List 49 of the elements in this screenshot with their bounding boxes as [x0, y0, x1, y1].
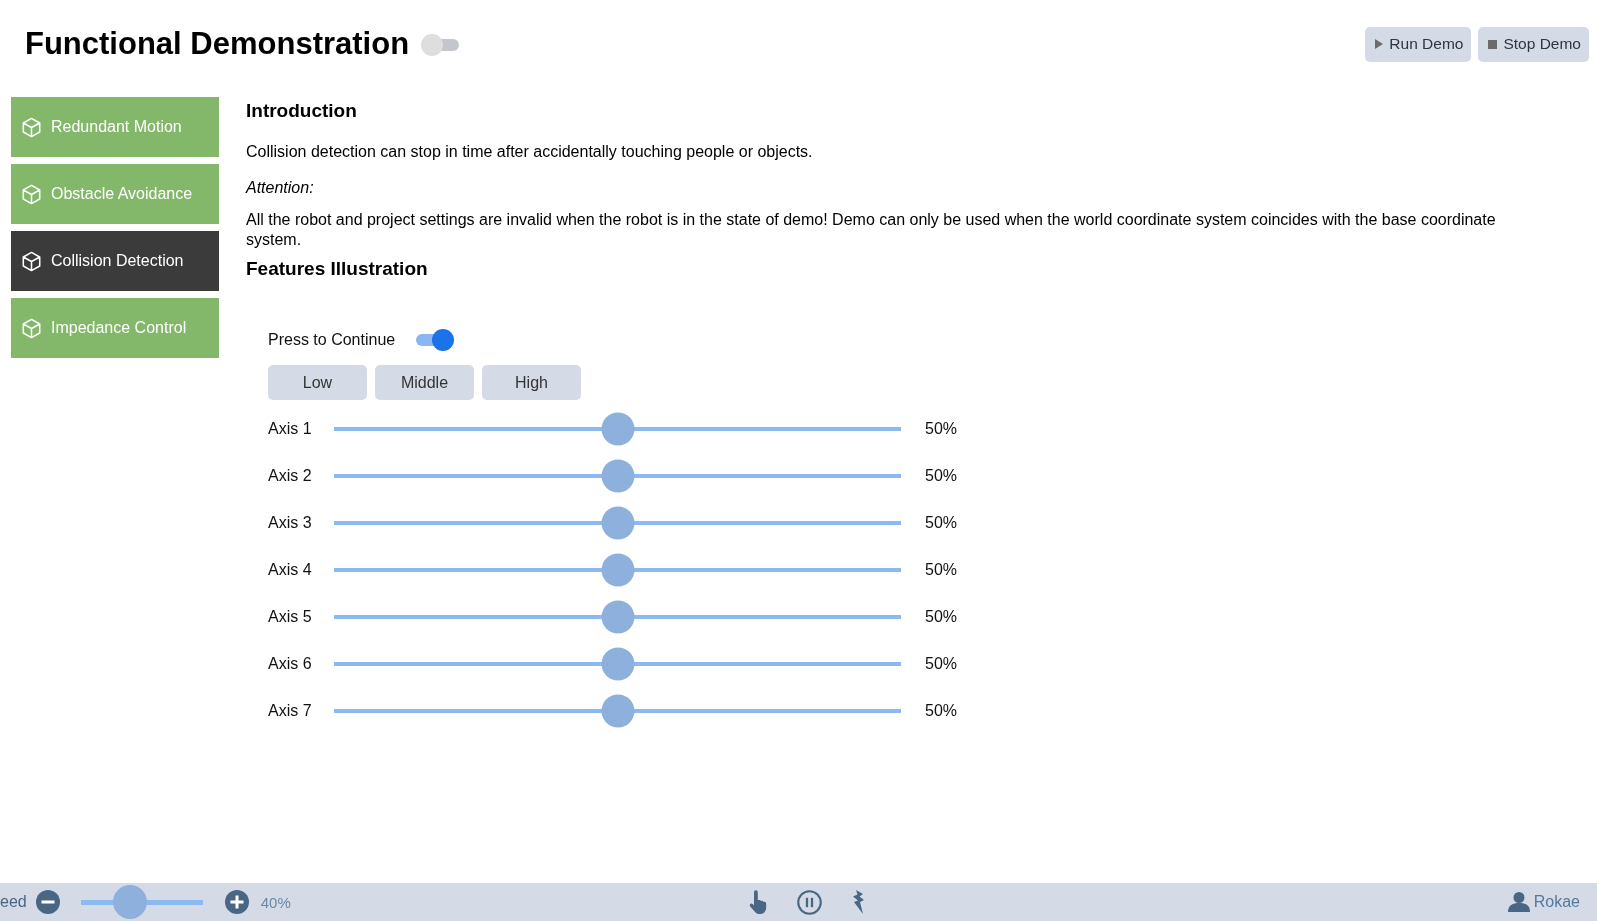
- cube-icon: [22, 116, 41, 138]
- user-icon[interactable]: [1507, 892, 1530, 912]
- axis-label: Axis 1: [268, 419, 313, 438]
- attention-label: Attention:: [246, 178, 315, 198]
- section-heading: Introduction: [246, 99, 358, 123]
- play-icon: [1375, 39, 1384, 49]
- slider-value: 50%: [925, 654, 958, 673]
- toggle-label: Press to Continue: [268, 331, 396, 349]
- stop-button[interactable]: Stop Demo: [1478, 26, 1589, 62]
- cube-icon: [22, 183, 41, 205]
- slider-value: 50%: [925, 607, 958, 626]
- stop-icon: [1488, 39, 1498, 49]
- attention-text: All the robot and project settings are invalid when the robot is in the state of demo! Demo can only be used when the world coordinate system coincides with the base coordinate system.: [246, 210, 1497, 250]
- slider-value: 50%: [925, 560, 958, 579]
- axis-label: Axis 7: [268, 701, 313, 720]
- run-button[interactable]: Run Demo: [1365, 26, 1472, 62]
- slider-thumb[interactable]: [601, 600, 634, 633]
- cube-icon: [22, 317, 41, 339]
- level-button[interactable]: Middle: [375, 365, 474, 400]
- slider-value: 50%: [925, 513, 958, 532]
- hand-pointer-icon[interactable]: [748, 890, 769, 914]
- axis-label: Axis 2: [268, 466, 313, 485]
- slider-thumb[interactable]: [601, 459, 634, 492]
- slider-value: 50%: [925, 419, 958, 438]
- cube-icon: [22, 250, 41, 272]
- page-title: Functional Demonstration: [25, 26, 410, 62]
- level-button[interactable]: High: [482, 365, 581, 400]
- intro-text: Collision detection can stop in time after accidentally touching people or objects.: [246, 142, 814, 162]
- toggle-switch[interactable]: [414, 328, 455, 352]
- slider-value: 50%: [925, 466, 958, 485]
- slider-thumb[interactable]: [601, 553, 634, 586]
- slider-thumb[interactable]: [601, 412, 634, 445]
- axis-label: Axis 6: [268, 654, 313, 673]
- axis-label: Axis 5: [268, 607, 313, 626]
- slider-thumb[interactable]: [601, 694, 634, 727]
- axis-label: Axis 4: [268, 560, 313, 579]
- level-button[interactable]: Low: [268, 365, 367, 400]
- slider-value: 50%: [925, 701, 958, 720]
- section-heading: Features Illustration: [246, 257, 429, 281]
- slider-thumb[interactable]: [112, 885, 147, 919]
- minus-icon[interactable]: [35, 890, 60, 914]
- axis-label: Axis 3: [268, 513, 313, 532]
- slider-thumb[interactable]: [601, 506, 634, 539]
- speed-value: 40%: [260, 893, 291, 911]
- plus-icon[interactable]: [224, 890, 249, 914]
- status-label: eed: [0, 893, 27, 911]
- slider-thumb[interactable]: [601, 647, 634, 680]
- pause-icon[interactable]: [796, 889, 822, 915]
- sidebar-item[interactable]: Collision Detection: [11, 231, 219, 291]
